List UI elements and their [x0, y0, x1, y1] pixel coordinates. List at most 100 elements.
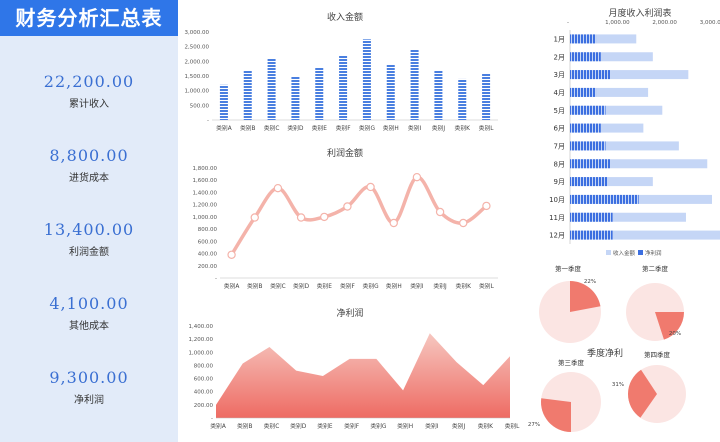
net-profit-bar	[570, 52, 601, 62]
y-tick-label: 5月	[554, 107, 565, 115]
x-tick-label: 类别C	[264, 124, 280, 132]
x-tick-label: 类别B	[237, 422, 253, 430]
bar	[410, 49, 419, 120]
x-tick-label: 类别F	[344, 422, 359, 430]
y-tick-label: 1,400.00	[193, 190, 218, 196]
x-tick-label: 类别B	[247, 282, 263, 290]
x-tick-label: 类别K	[478, 422, 494, 430]
y-tick-label: 7月	[554, 142, 565, 150]
pie-title: 第三季度	[558, 358, 585, 367]
y-tick-label: 12月	[549, 232, 565, 240]
net-profit-bar	[570, 34, 597, 44]
net-profit-bar	[570, 87, 597, 97]
x-tick-label: 类别A	[210, 422, 226, 430]
x-tick-label: 类别H	[397, 422, 413, 430]
x-tick-label: 类别A	[224, 282, 240, 290]
y-tick-label: 2,000.00	[185, 59, 210, 65]
y-tick-label: 2月	[554, 53, 565, 61]
y-tick-label: 1,800.00	[193, 166, 218, 172]
x-tick-label: 类别I	[408, 124, 422, 132]
y-tick-label: 6月	[554, 125, 565, 133]
x-tick-label: 3,000.00	[700, 20, 720, 26]
bar	[315, 67, 324, 120]
kpi-label: 累计收入	[69, 99, 109, 110]
y-tick-label: 500.00	[190, 103, 210, 109]
data-point	[412, 172, 422, 182]
pie-data-label: 31%	[612, 382, 624, 388]
y-tick-label: -	[211, 416, 213, 422]
kpi-value: 22,200.00	[43, 72, 135, 91]
x-tick-label: 类别F	[340, 282, 355, 290]
data-point	[320, 212, 329, 222]
y-tick-label: 1,000.00	[185, 89, 210, 95]
x-tick-label: 类别J	[432, 124, 446, 132]
y-tick-label: 3月	[554, 71, 565, 79]
y-tick-label: 1,400.00	[189, 324, 214, 330]
y-tick-label: 200.00	[194, 403, 214, 409]
profit-series-line	[229, 175, 489, 257]
x-tick-label: 类别E	[312, 124, 328, 132]
pie-data-label: 27%	[528, 422, 540, 428]
kpi-value: 8,800.00	[49, 146, 129, 165]
bar	[291, 76, 300, 120]
profit-line-chart: 1,800.00 1,600.00 1,400.00 1,200.00 1,000.00…	[193, 166, 498, 290]
y-tick-label: 10月	[549, 196, 565, 204]
net-profit-bar	[570, 159, 611, 169]
x-tick-label: 2,000.00	[652, 20, 677, 26]
data-point	[227, 250, 236, 259]
x-tick-label: 类别A	[216, 124, 232, 132]
data-point	[389, 218, 398, 228]
pie-data-label: 20%	[669, 331, 681, 337]
data-point	[296, 213, 306, 222]
kpi-label: 进货成本	[69, 173, 109, 184]
net-profit-bar	[570, 230, 613, 240]
net-profit-bar	[570, 212, 613, 222]
net-profit-area-chart: 1,400.00 1,200.00 1,000.00 800.00 600.00 400.…	[189, 324, 521, 430]
x-tick-label: 类别C	[270, 282, 286, 290]
kpi-purchase-cost: 8,800.00 进货成本	[0, 146, 178, 184]
x-tick-label: 类别L	[479, 124, 495, 132]
bar	[386, 64, 395, 120]
pie-data-label: 22%	[584, 279, 596, 285]
pie-title: 第四季度	[644, 350, 671, 359]
y-tick-label: 3,000.00	[185, 30, 210, 36]
net-profit-bar	[570, 70, 611, 80]
monthly-bar-chart: - 1,000.00 2,000.00 3,000.00 1月 2月 3月 4月 5月 6月 7月 8…	[549, 20, 720, 257]
kpi-label: 净利润	[74, 395, 104, 406]
kpi-label: 其他成本	[69, 321, 109, 332]
y-tick-label: 1,000.00	[189, 350, 214, 356]
kpi-revenue: 22,200.00 累计收入	[0, 72, 178, 110]
quarterly-pie-charts: 第一季度22% 第二季度 20% 第三季度 27% 第四季度 31%	[528, 264, 686, 432]
x-tick-label: 类别J	[433, 282, 447, 290]
x-tick-label: 类别D	[293, 282, 310, 290]
y-tick-label: 11月	[549, 214, 565, 222]
bar	[219, 84, 228, 120]
x-tick-label: 类别D	[290, 422, 307, 430]
kpi-value: 13,400.00	[43, 220, 135, 239]
data-point	[273, 183, 283, 193]
net-profit-bar	[570, 105, 606, 115]
kpi-value: 9,300.00	[49, 368, 129, 387]
x-tick-label: 类别L	[505, 422, 520, 430]
bar	[434, 70, 443, 120]
data-point	[366, 182, 375, 192]
x-tick-label: 类别H	[386, 282, 402, 290]
y-tick-label: 8月	[554, 160, 565, 168]
x-tick-label: 类别B	[240, 124, 256, 132]
y-tick-label: 600.00	[194, 377, 214, 383]
x-tick-label: 类别G	[370, 422, 387, 430]
kpi-profit: 13,400.00 利润金额	[0, 220, 178, 258]
data-point	[343, 202, 352, 211]
y-tick-label: 800.00	[194, 363, 214, 369]
y-tick-label: 800.00	[198, 227, 218, 233]
bar	[458, 78, 467, 120]
y-tick-label: 4月	[554, 89, 565, 97]
y-tick-label: 2,500.00	[185, 45, 210, 51]
pie-slice	[541, 398, 571, 432]
y-tick-label: -	[207, 118, 209, 124]
x-tick-label: 类别I	[425, 422, 439, 430]
net-profit-bar	[570, 141, 606, 151]
y-tick-label: 1,500.00	[185, 74, 210, 80]
net-profit-bar	[570, 123, 601, 133]
data-point	[459, 218, 468, 228]
